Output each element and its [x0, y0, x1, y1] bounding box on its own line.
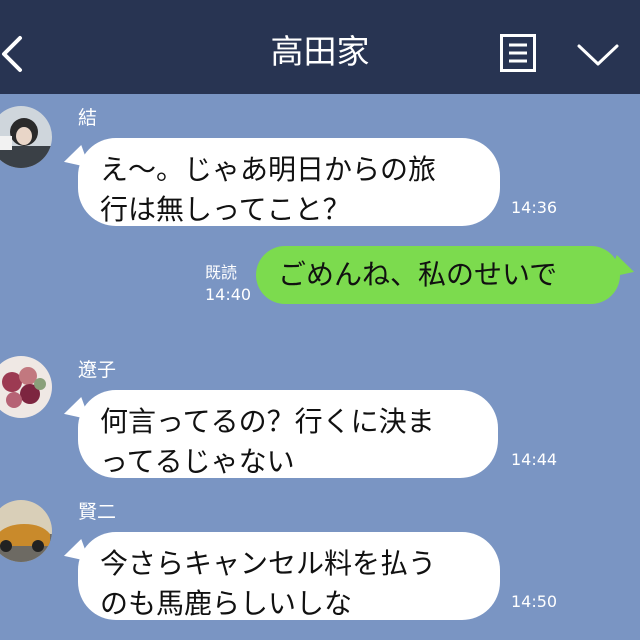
message-line: え〜。じゃあ明日からの旅	[100, 153, 437, 186]
message-line: のも馬鹿らしいしな	[100, 587, 353, 620]
read-receipt: 既読 14:40	[205, 262, 251, 306]
message-line: ってるじゃない	[100, 445, 295, 478]
message-line: 何言ってるの？行くに決ま	[100, 405, 435, 438]
avatar-kenji[interactable]	[0, 500, 52, 562]
list-icon	[500, 34, 536, 72]
message-bubble-outgoing[interactable]: ごめんね、私のせいで	[256, 246, 620, 304]
sender-name: 遼子	[78, 359, 117, 381]
avatar-photo	[0, 500, 52, 562]
message-time: 14:40	[205, 285, 252, 304]
chat-header: 高田家	[0, 0, 640, 94]
chat-title: 高田家	[270, 32, 370, 71]
chevron-down-icon	[577, 44, 619, 66]
message-line: ごめんね、私のせいで	[278, 258, 558, 291]
avatar-photo	[0, 356, 52, 418]
message-bubble[interactable]: 今さらキャンセル料を払う のも馬鹿らしいしな	[78, 532, 500, 620]
message-line: 今さらキャンセル料を払う	[100, 547, 437, 580]
avatar-yui[interactable]	[0, 106, 52, 168]
message-time: 14:36	[511, 198, 558, 217]
sender-name: 結	[78, 107, 98, 129]
sender-name: 賢二	[78, 501, 117, 523]
read-label: 既読	[205, 263, 238, 282]
back-button[interactable]	[0, 30, 24, 78]
message-line: 行は無しってこと？	[100, 193, 351, 226]
expand-button[interactable]	[576, 40, 620, 70]
message-time: 14:50	[511, 592, 558, 611]
message-bubble[interactable]: 何言ってるの？行くに決ま ってるじゃない	[78, 390, 498, 478]
menu-button[interactable]	[500, 34, 536, 72]
message-time: 14:44	[511, 450, 558, 469]
message-bubble[interactable]: え〜。じゃあ明日からの旅 行は無しってこと？	[78, 138, 500, 226]
avatar-ryoko[interactable]	[0, 356, 52, 418]
avatar-photo	[0, 106, 52, 168]
chevron-left-icon	[2, 36, 22, 72]
